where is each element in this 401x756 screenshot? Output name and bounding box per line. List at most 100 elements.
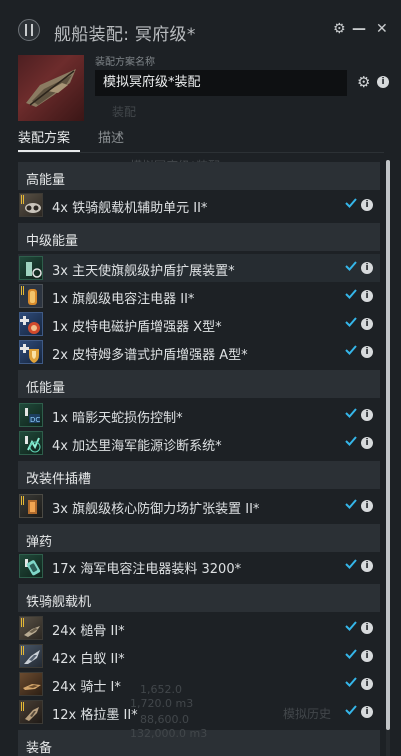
check-icon bbox=[345, 649, 357, 659]
section-header-low-slots[interactable]: 低能量 bbox=[18, 370, 380, 398]
list-item[interactable]: 2x 皮特姆多谱式护盾增强器 A型* i bbox=[18, 338, 380, 366]
list-item[interactable]: 17x 海军电容注电器装料 3200* i bbox=[18, 552, 380, 580]
item-label: 1x 皮特电磁护盾增强器 X型* bbox=[52, 320, 222, 335]
section-header-rig-slots[interactable]: 改装件插槽 bbox=[18, 461, 380, 489]
item-label: 1x 旗舰级电容注电器 II* bbox=[52, 292, 195, 307]
item-label: 4x 加达里海军能源诊断系统* bbox=[52, 439, 222, 454]
fighter-icon bbox=[19, 616, 43, 640]
window-settings-icon[interactable]: ⚙ bbox=[333, 22, 346, 36]
section-title: 弹药 bbox=[26, 535, 53, 550]
check-icon bbox=[345, 408, 357, 418]
rig-icon bbox=[19, 494, 43, 518]
check-icon bbox=[345, 317, 357, 327]
item-label: 3x 旗舰级核心防御力场扩张装置 II* bbox=[52, 502, 260, 517]
section-title: 改装件插槽 bbox=[26, 472, 92, 487]
section-title: 装备 bbox=[26, 741, 53, 756]
info-icon[interactable]: i bbox=[361, 346, 373, 358]
window-title: 舰船装配: 冥府级* bbox=[54, 25, 196, 45]
info-icon[interactable]: i bbox=[361, 500, 373, 512]
item-label: 24x 骑士 I* bbox=[52, 680, 121, 695]
title-bar[interactable]: 舰船装配: 冥府级* ⚙ — ✕ bbox=[0, 0, 401, 50]
fighter-icon bbox=[19, 700, 43, 724]
section-header-high-slots[interactable]: 高能量 bbox=[18, 162, 380, 190]
fighter-icon bbox=[19, 672, 43, 696]
section-title: 中级能量 bbox=[26, 234, 79, 249]
section-header-charges[interactable]: 弹药 bbox=[18, 524, 380, 552]
info-icon[interactable]: i bbox=[361, 622, 373, 634]
item-label: 4x 铁骑舰载机辅助单元 II* bbox=[52, 201, 208, 216]
svg-text:DC: DC bbox=[30, 416, 40, 424]
check-icon bbox=[345, 621, 357, 631]
check-icon bbox=[345, 436, 357, 446]
section-header-fighters[interactable]: 铁骑舰载机 bbox=[18, 584, 380, 612]
section-title: 高能量 bbox=[26, 173, 66, 188]
section-title: 低能量 bbox=[26, 381, 66, 396]
item-label: 17x 海军电容注电器装料 3200* bbox=[52, 562, 242, 577]
info-icon[interactable]: i bbox=[361, 437, 373, 449]
check-icon bbox=[345, 261, 357, 271]
tab-description[interactable]: 描述 bbox=[98, 127, 124, 146]
check-icon bbox=[345, 559, 357, 569]
check-icon bbox=[345, 345, 357, 355]
item-label: 42x 白蚁 II* bbox=[52, 652, 125, 667]
drone-link-icon bbox=[19, 193, 43, 217]
scrollbar-thumb[interactable] bbox=[386, 160, 390, 730]
list-item[interactable]: 3x 旗舰级核心防御力场扩张装置 II* i bbox=[18, 492, 380, 520]
fit-name-input[interactable]: 模拟冥府级*装配 bbox=[95, 70, 347, 96]
check-icon bbox=[345, 499, 357, 509]
fighter-icon bbox=[19, 644, 43, 668]
list-item[interactable]: 24x 骑士 I* i bbox=[18, 670, 380, 698]
list-item[interactable]: 24x 槌骨 II* i bbox=[18, 614, 380, 642]
ship-fitting-window: 舰船装配: 冥府级* ⚙ — ✕ 装配方案名称 模拟冥府级*装配 ⚙ i 装配 … bbox=[0, 0, 401, 756]
item-label: 1x 暗影天蛇损伤控制* bbox=[52, 411, 183, 426]
section-title: 铁骑舰载机 bbox=[26, 595, 92, 610]
list-item[interactable]: 4x 铁骑舰载机辅助单元 II* i bbox=[18, 191, 380, 219]
cap-charge-icon bbox=[19, 554, 43, 578]
check-icon bbox=[345, 198, 357, 208]
item-label: 3x 主天使旗舰级护盾扩展装置* bbox=[52, 264, 235, 279]
info-icon[interactable]: i bbox=[361, 318, 373, 330]
info-icon[interactable]: i bbox=[361, 409, 373, 421]
close-icon[interactable]: ✕ bbox=[376, 22, 388, 36]
info-icon[interactable]: i bbox=[361, 650, 373, 662]
fit-name-label: 装配方案名称 bbox=[95, 57, 155, 68]
info-icon[interactable]: i bbox=[361, 262, 373, 274]
damage-control-icon: DC bbox=[19, 403, 43, 427]
ghost-text: 1,652.0 bbox=[140, 683, 182, 696]
list-item[interactable]: 1x 旗舰级电容注电器 II* i bbox=[18, 282, 380, 310]
ghost-text: 模拟历史 bbox=[283, 707, 332, 721]
info-icon[interactable]: i bbox=[361, 560, 373, 572]
ghost-text: 1,720.0 m3 bbox=[130, 697, 194, 710]
shield-extender-icon bbox=[19, 256, 43, 280]
check-icon bbox=[345, 705, 357, 715]
item-label: 24x 槌骨 II* bbox=[52, 624, 125, 639]
cap-booster-icon bbox=[19, 284, 43, 308]
tab-divider bbox=[18, 152, 384, 153]
minimize-icon[interactable]: — bbox=[352, 22, 366, 36]
fit-settings-gear-icon[interactable]: ⚙ bbox=[357, 75, 371, 90]
ghost-text: 88,600.0 bbox=[140, 713, 189, 726]
info-icon[interactable]: i bbox=[361, 290, 373, 302]
ship-image[interactable] bbox=[18, 55, 84, 121]
section-header-mid-slots[interactable]: 中级能量 bbox=[18, 223, 380, 251]
info-icon[interactable]: i bbox=[361, 678, 373, 690]
check-icon bbox=[345, 677, 357, 687]
info-icon[interactable]: i bbox=[361, 706, 373, 718]
item-label: 2x 皮特姆多谱式护盾增强器 A型* bbox=[52, 348, 248, 363]
list-item[interactable]: 4x 加达里海军能源诊断系统* i bbox=[18, 429, 380, 457]
list-item[interactable]: 42x 白蚁 II* i bbox=[18, 642, 380, 670]
list-item[interactable]: 3x 主天使旗舰级护盾扩展装置* i bbox=[18, 254, 380, 282]
tab-fitting[interactable]: 装配方案 bbox=[18, 127, 70, 146]
list-item[interactable]: 1x 皮特电磁护盾增强器 X型* i bbox=[18, 310, 380, 338]
list-item[interactable]: DC 1x 暗影天蛇损伤控制* i bbox=[18, 401, 380, 429]
multispectrum-hardener-icon bbox=[19, 340, 43, 364]
ghost-text: 装配 bbox=[112, 105, 137, 119]
item-label: 12x 格拉墨 II* bbox=[52, 708, 138, 723]
check-icon bbox=[345, 289, 357, 299]
power-diagnostic-icon bbox=[19, 431, 43, 455]
ghost-text: 132,000.0 m3 bbox=[130, 727, 208, 740]
em-hardener-icon bbox=[19, 312, 43, 336]
fit-info-icon[interactable]: i bbox=[377, 76, 389, 88]
info-icon[interactable]: i bbox=[361, 199, 373, 211]
fitting-window-icon bbox=[18, 19, 40, 41]
